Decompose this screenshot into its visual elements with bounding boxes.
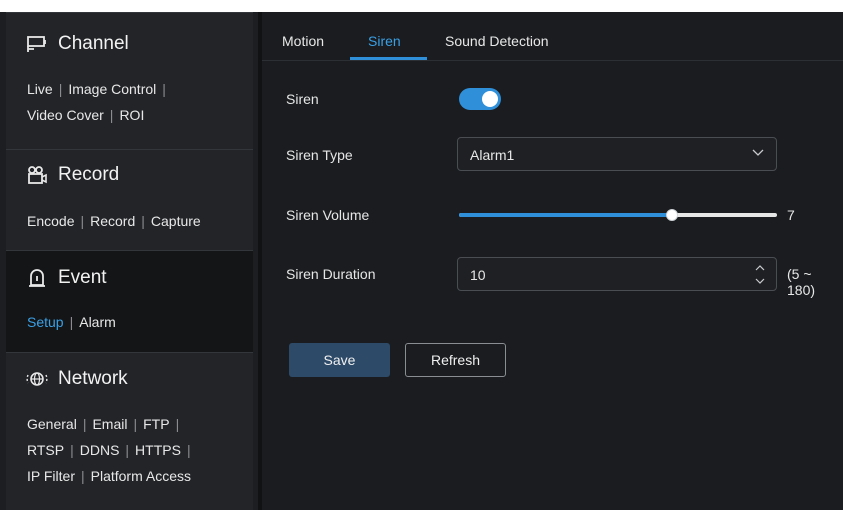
link-ip-filter[interactable]: IP Filter [27,468,75,484]
link-video-cover[interactable]: Video Cover [27,107,104,123]
sidebar-section-network: Network General | Email | FTP | RTSP | DDNS | HTT… [6,352,253,510]
slider-fill [459,213,673,217]
record-title: Record [58,164,120,185]
event-links: Setup | Alarm [27,314,116,330]
siren-duration-input[interactable]: 10 [457,257,777,291]
event-title: Event [58,267,107,288]
event-header[interactable]: Event [26,267,107,289]
tab-sound-detection[interactable]: Sound Detection [445,33,549,49]
record-links: Encode | Record | Capture [27,213,201,229]
tab-motion[interactable]: Motion [282,33,324,49]
link-setup[interactable]: Setup [27,314,64,330]
link-image-control[interactable]: Image Control [68,81,156,97]
tab-siren[interactable]: Siren [368,33,401,49]
link-record[interactable]: Record [90,213,135,229]
slider-thumb[interactable] [666,209,679,221]
refresh-button[interactable]: Refresh [405,343,506,377]
channel-title: Channel [58,33,129,54]
link-capture[interactable]: Capture [151,213,201,229]
link-email[interactable]: Email [92,416,127,432]
siren-label: Siren [286,91,319,107]
active-tab-indicator [350,57,427,60]
link-rtsp[interactable]: RTSP [27,442,64,458]
toggle-knob [482,91,498,107]
siren-volume-label: Siren Volume [286,207,370,223]
link-ddns[interactable]: DDNS [80,442,120,458]
link-general[interactable]: General [27,416,77,432]
event-icon [29,269,45,287]
network-header[interactable]: Network [26,368,128,390]
link-roi[interactable]: ROI [119,107,144,123]
sidebar-section-channel: Channel Live | Image Control | Video Cover |… [6,12,253,149]
siren-volume-slider[interactable] [459,209,777,221]
main-panel: Motion Siren Sound Detection Siren Siren… [258,12,843,510]
chevron-down-icon [752,149,764,156]
sidebar-section-event: Event Setup | Alarm [6,250,253,352]
save-button[interactable]: Save [289,343,390,377]
siren-type-value: Alarm1 [470,147,515,163]
chevron-up-icon[interactable] [754,262,766,274]
tab-bar: Motion Siren Sound Detection [262,12,843,61]
sidebar-section-record: Record Encode | Record | Capture [6,149,253,250]
top-strip [0,0,843,12]
siren-duration-range: (5 ~ 180) [787,266,816,298]
channel-icon [27,36,46,52]
record-header[interactable]: Record [26,164,119,186]
siren-duration-label: Siren Duration [286,266,376,282]
channel-header[interactable]: Channel [26,33,129,55]
link-alarm[interactable]: Alarm [79,314,116,330]
network-title: Network [58,368,128,389]
link-platform-access[interactable]: Platform Access [91,468,191,484]
link-live[interactable]: Live [27,81,53,97]
link-https[interactable]: HTTPS [135,442,181,458]
record-icon [28,166,47,184]
channel-links: Live | Image Control | Video Cover | ROI [27,81,166,123]
link-ftp[interactable]: FTP [143,416,169,432]
network-icon [26,372,48,386]
link-encode[interactable]: Encode [27,213,74,229]
siren-volume-value: 7 [787,207,795,223]
siren-type-select[interactable]: Alarm1 [457,137,777,171]
network-links: General | Email | FTP | RTSP | DDNS | HTTPS | IP F… [27,416,191,484]
chevron-down-icon[interactable] [754,275,766,287]
siren-type-label: Siren Type [286,147,353,163]
sidebar: Channel Live | Image Control | Video Cover |… [0,12,258,510]
siren-duration-value: 10 [470,267,486,283]
siren-toggle[interactable] [459,88,501,110]
